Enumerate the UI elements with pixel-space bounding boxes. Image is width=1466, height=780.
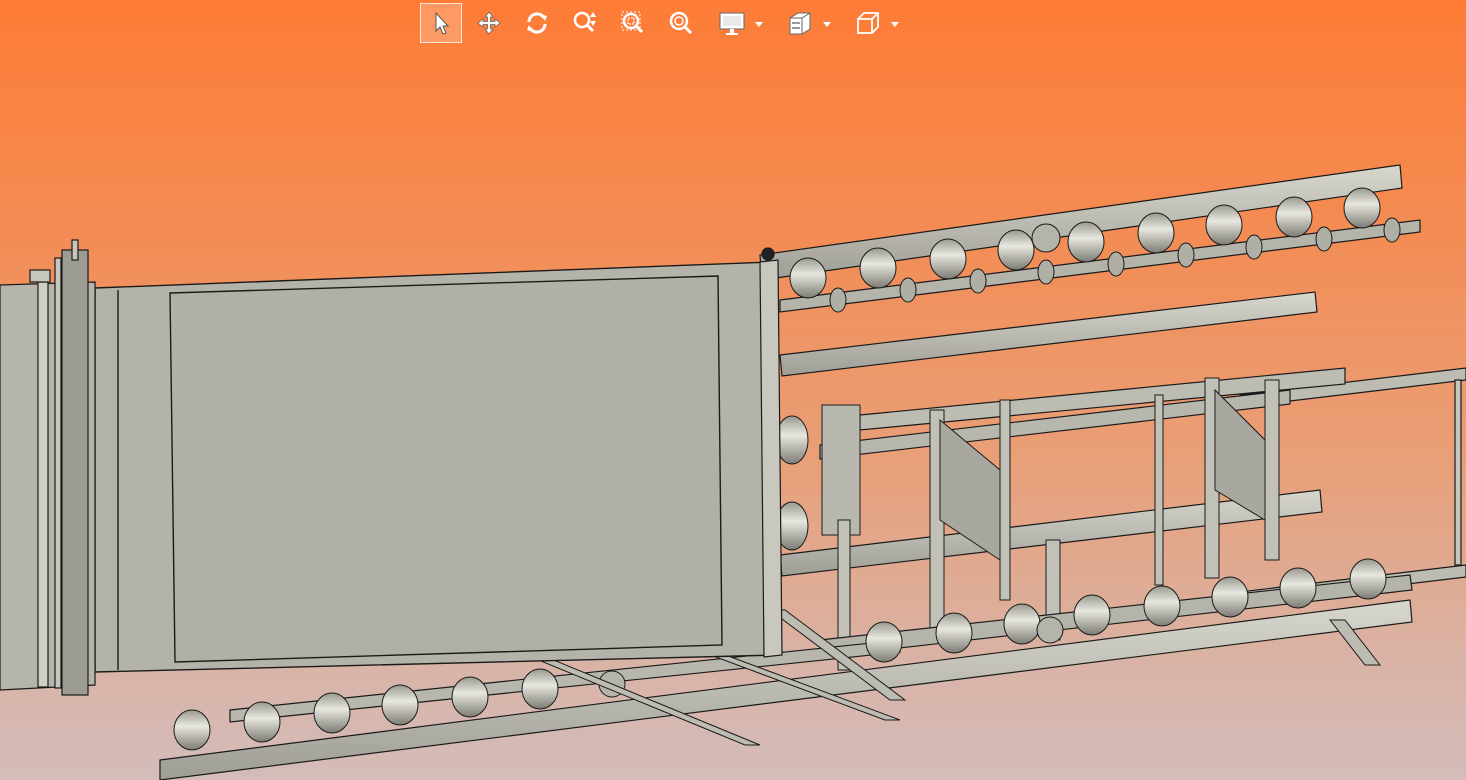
view-toolbar [420, 2, 912, 44]
3d-viewport[interactable] [0, 0, 1466, 780]
belt-conveyor-panel [94, 261, 779, 673]
arrow-pointer-icon [435, 11, 450, 35]
select-tool-button[interactable] [420, 3, 462, 43]
standard-views-button[interactable] [844, 3, 906, 43]
zoom-updown-icon [573, 11, 596, 33]
display-mode-button[interactable] [708, 3, 770, 43]
belt-end-plate [759, 247, 783, 658]
zoom-window-tool-button[interactable] [612, 3, 654, 43]
zoom-fit-icon [669, 11, 693, 35]
left-end-frame [0, 239, 96, 696]
rotate-icon [527, 12, 547, 34]
monitor-icon [719, 12, 745, 35]
move-arrows-icon [477, 11, 501, 35]
cube-icon [857, 12, 879, 34]
section-view-button[interactable] [776, 3, 838, 43]
section-cube-icon [789, 12, 811, 35]
chevron-down-icon [891, 22, 899, 27]
zoom-window-icon [621, 11, 644, 34]
conveyor-model[interactable] [0, 0, 1466, 780]
pan-tool-button[interactable] [468, 3, 510, 43]
chevron-down-icon [823, 22, 831, 27]
rotate-tool-button[interactable] [516, 3, 558, 43]
middle-beams [779, 291, 1346, 577]
chevron-down-icon [755, 22, 763, 27]
zoom-tool-button[interactable] [564, 3, 606, 43]
zoom-fit-tool-button[interactable] [660, 3, 702, 43]
